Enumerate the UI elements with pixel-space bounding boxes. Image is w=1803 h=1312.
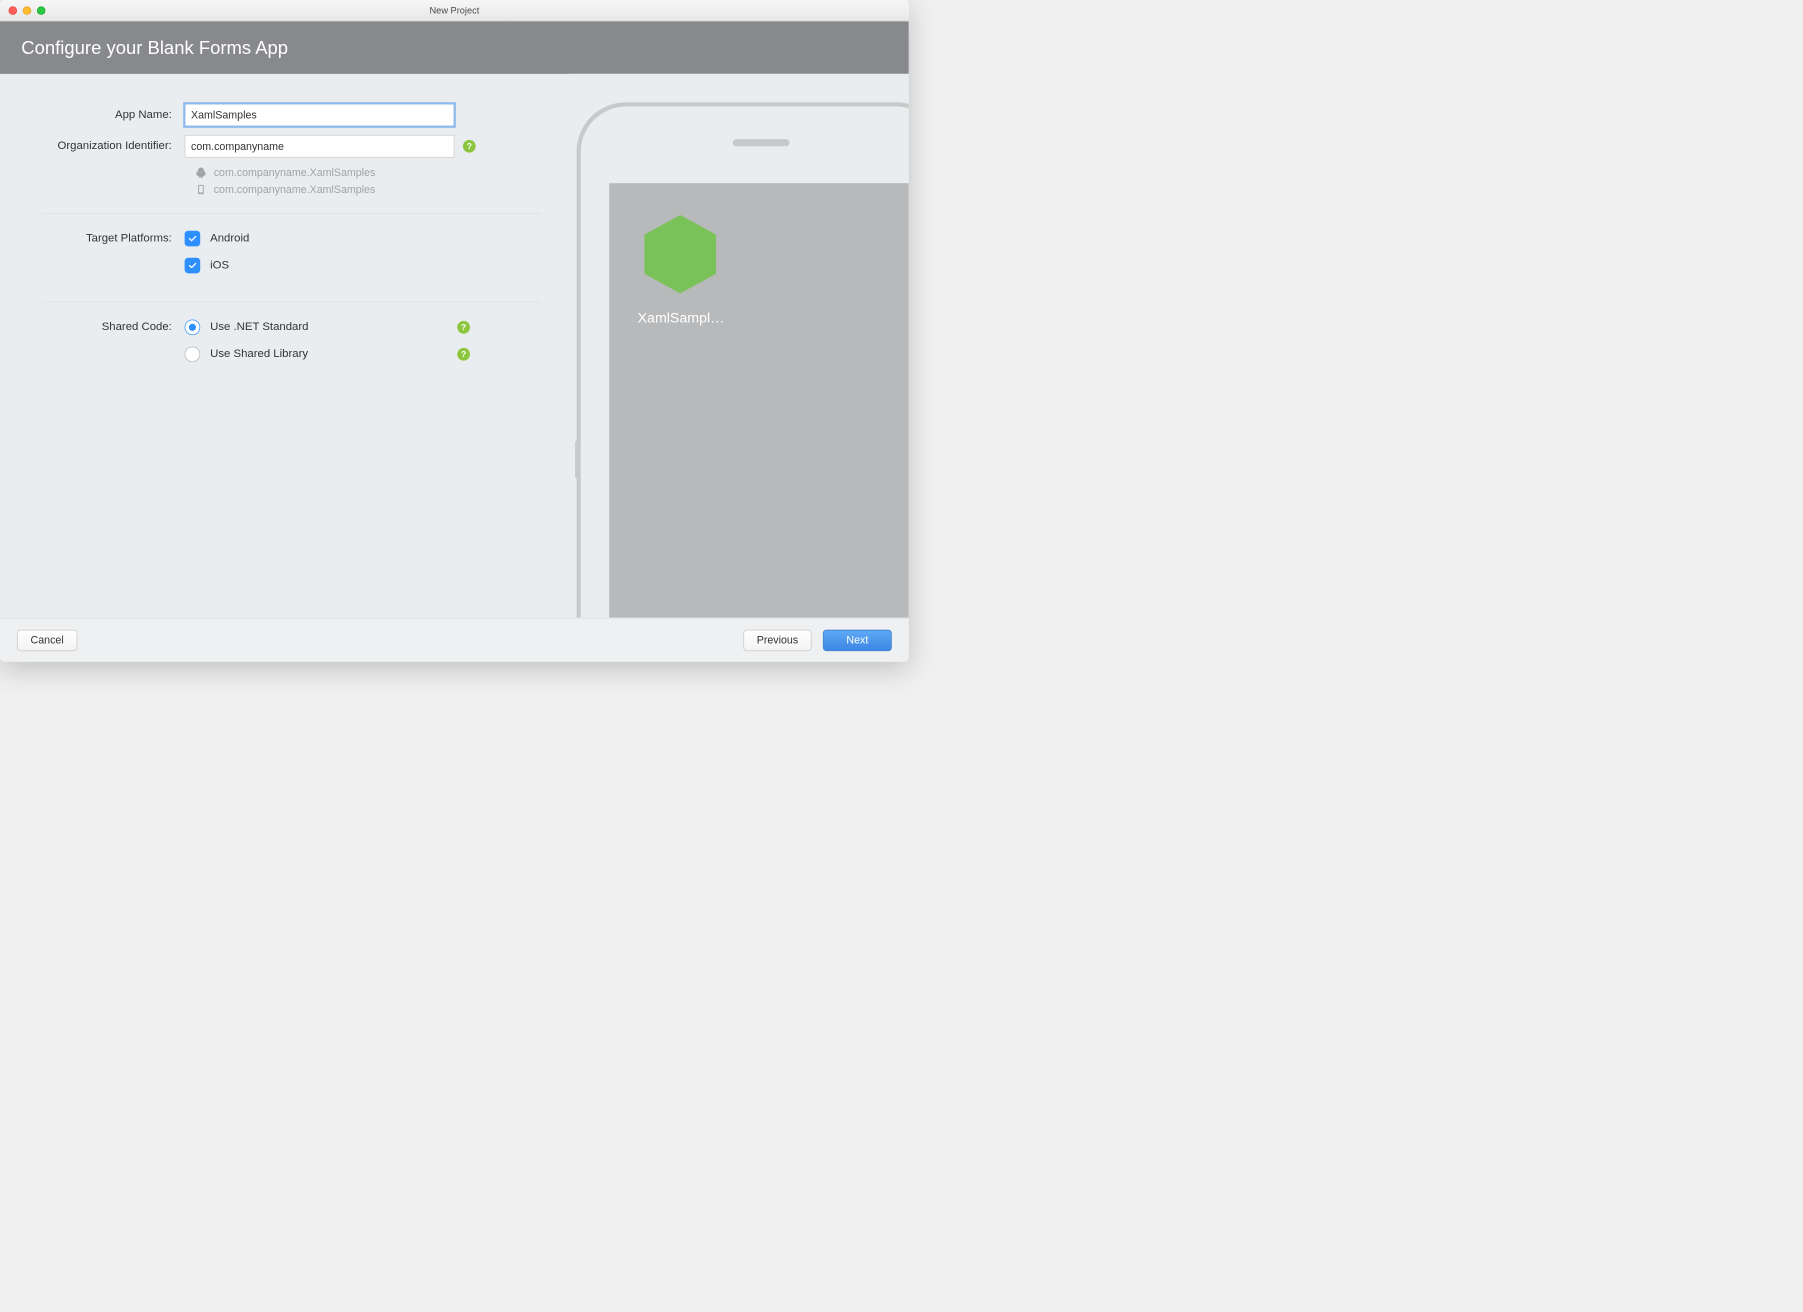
phone-side-button xyxy=(575,440,579,478)
ios-option-label: iOS xyxy=(210,259,229,272)
netstd-option-row: Use .NET Standard ? xyxy=(185,320,541,336)
check-icon xyxy=(187,234,197,244)
app-name-input[interactable] xyxy=(185,104,455,127)
cancel-button[interactable]: Cancel xyxy=(17,629,77,650)
shared-option-row: Use Shared Library ? xyxy=(185,346,541,362)
preview-panel: XamlSampl… xyxy=(569,74,908,618)
next-button[interactable]: Next xyxy=(823,629,892,650)
banner: Configure your Blank Forms App xyxy=(0,21,909,74)
shared-option-label: Use Shared Library xyxy=(210,348,308,361)
android-icon xyxy=(195,166,206,179)
ios-option-row: iOS xyxy=(185,258,541,274)
banner-title: Configure your Blank Forms App xyxy=(21,37,288,59)
new-project-dialog: New Project Configure your Blank Forms A… xyxy=(0,0,909,662)
phone-icon xyxy=(195,183,206,196)
titlebar: New Project xyxy=(0,0,909,21)
netstd-help-icon[interactable]: ? xyxy=(457,321,470,334)
zoom-window-button[interactable] xyxy=(37,6,46,15)
shared-help-icon[interactable]: ? xyxy=(457,348,470,361)
org-id-input[interactable] xyxy=(185,135,455,158)
divider-1 xyxy=(43,213,541,214)
app-hexagon-icon xyxy=(638,212,723,297)
android-option-label: Android xyxy=(210,232,249,245)
android-option-row: Android xyxy=(185,231,541,247)
previous-button[interactable]: Previous xyxy=(743,629,811,650)
preview-app-label: XamlSampl… xyxy=(638,310,730,326)
close-window-button[interactable] xyxy=(9,6,18,15)
phone-speaker xyxy=(733,139,790,146)
android-id-text: com.companyname.XamlSamples xyxy=(214,166,376,178)
phone-frame: XamlSampl… xyxy=(577,102,909,617)
app-name-row: App Name: xyxy=(28,104,541,127)
window-controls xyxy=(9,6,46,15)
shared-code-label: Shared Code: xyxy=(28,321,184,334)
app-name-label: App Name: xyxy=(28,109,184,122)
netstd-radio[interactable] xyxy=(185,320,201,336)
org-id-label: Organization Identifier: xyxy=(28,140,184,153)
shared-code-group: Shared Code: Use .NET Standard ? Use Sha… xyxy=(28,320,541,374)
ios-checkbox[interactable] xyxy=(185,258,201,274)
minimize-window-button[interactable] xyxy=(23,6,32,15)
phone-screen: XamlSampl… xyxy=(609,183,909,618)
ios-id-preview: com.companyname.XamlSamples xyxy=(195,183,541,196)
footer: Cancel Previous Next xyxy=(0,618,909,662)
shared-radio[interactable] xyxy=(185,346,201,362)
android-id-preview: com.companyname.XamlSamples xyxy=(195,166,541,179)
target-platforms-label: Target Platforms: xyxy=(28,232,184,245)
netstd-option-label: Use .NET Standard xyxy=(210,321,308,334)
divider-2 xyxy=(43,302,541,303)
check-icon xyxy=(187,261,197,271)
target-platforms-group: Target Platforms: Android iOS xyxy=(28,231,541,285)
org-id-row: Organization Identifier: ? xyxy=(28,135,541,158)
form-panel: App Name: Organization Identifier: ? com… xyxy=(0,74,569,618)
content-area: App Name: Organization Identifier: ? com… xyxy=(0,74,909,618)
android-checkbox[interactable] xyxy=(185,231,201,247)
window-title: New Project xyxy=(0,5,909,16)
ios-id-text: com.companyname.XamlSamples xyxy=(214,184,376,196)
org-id-help-icon[interactable]: ? xyxy=(463,140,476,153)
